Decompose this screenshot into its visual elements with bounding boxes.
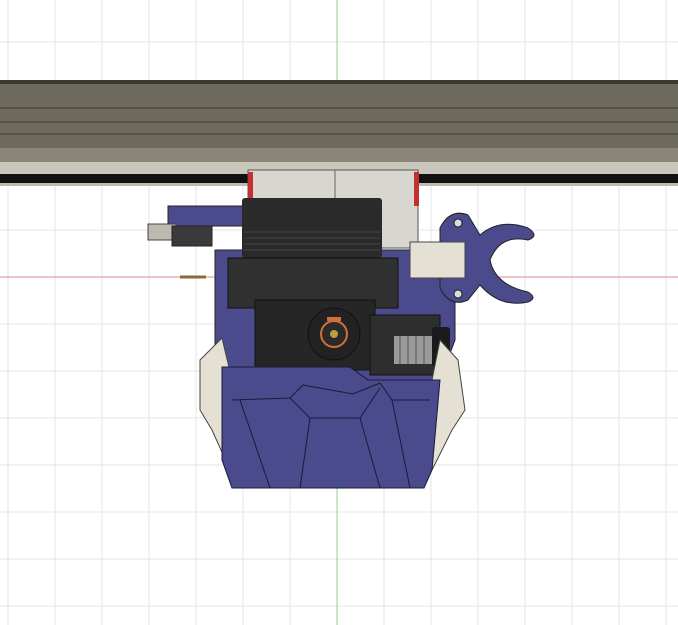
model-canvas[interactable]	[0, 0, 678, 625]
hotend-nozzle-icon[interactable]	[307, 307, 361, 361]
cad-viewport[interactable]	[0, 0, 678, 625]
fan-duct-icon[interactable]	[221, 366, 441, 489]
